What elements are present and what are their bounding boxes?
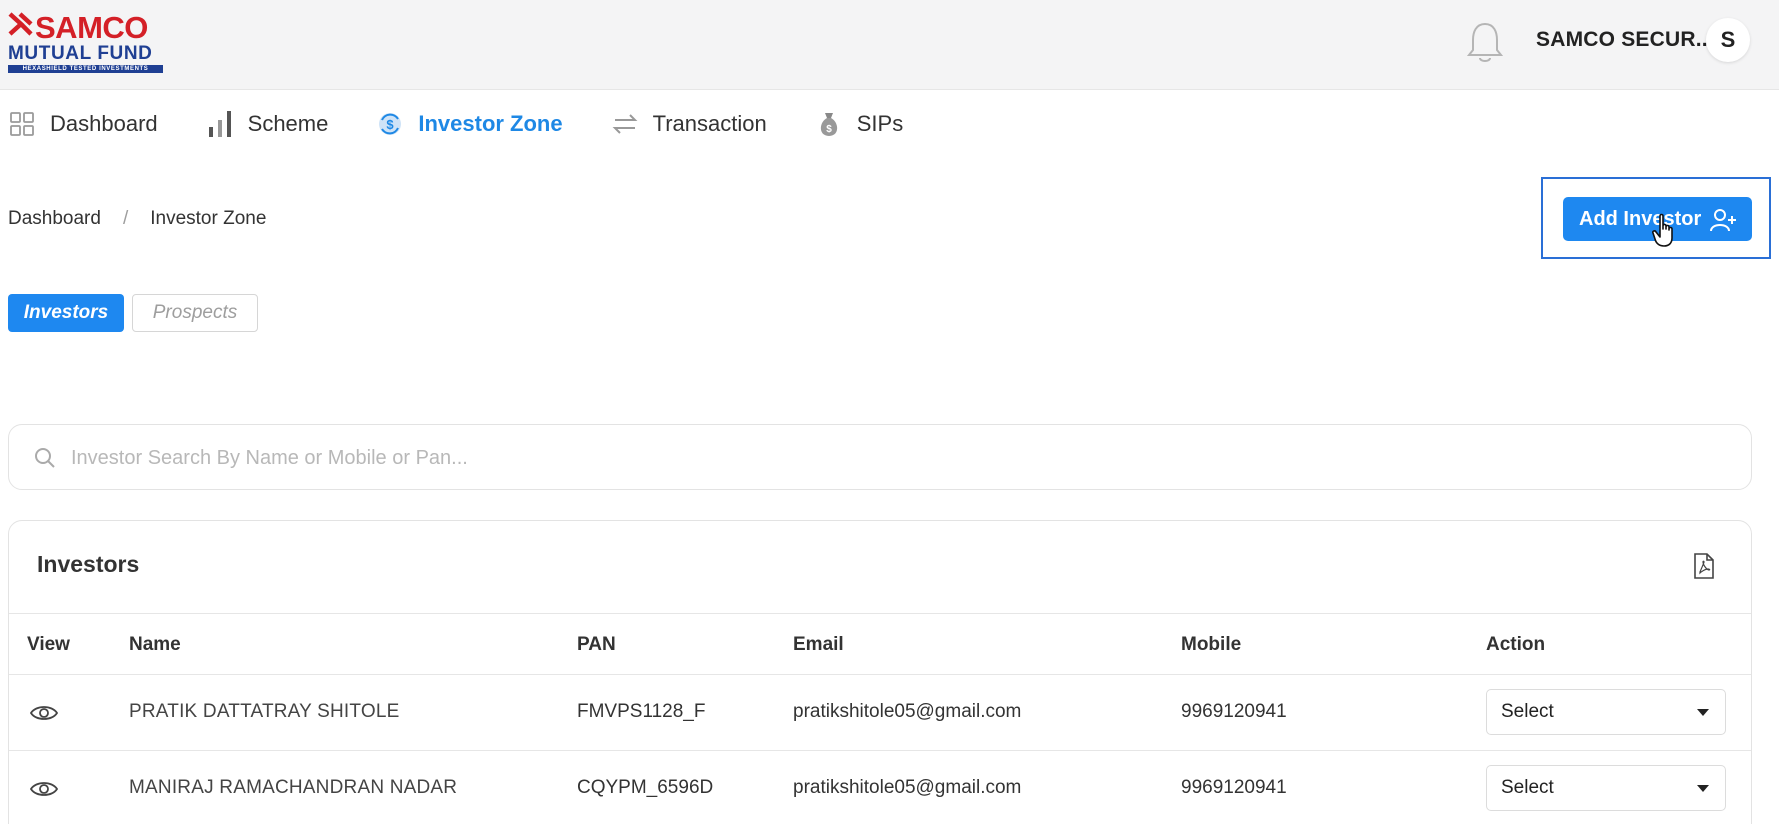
action-select[interactable]: Select bbox=[1486, 765, 1726, 811]
nav-label: SIPs bbox=[856, 111, 904, 136]
action-select-value: Select bbox=[1501, 777, 1554, 798]
samco-logo[interactable]: SAMCO MUTUAL FUND HEXASHIELD TESTED INVE… bbox=[8, 10, 164, 73]
column-header-action: Action bbox=[1486, 634, 1546, 655]
column-header-pan: PAN bbox=[577, 634, 616, 655]
top-header: SAMCO MUTUAL FUND HEXASHIELD TESTED INVE… bbox=[0, 0, 1779, 90]
nav-item-investor-zone[interactable]: $ Investor Zone bbox=[376, 109, 563, 139]
grid-icon bbox=[8, 109, 36, 139]
nav-label: Scheme bbox=[247, 111, 329, 136]
caret-down-icon bbox=[1697, 709, 1709, 716]
brand-name: SAMCO bbox=[35, 10, 148, 45]
view-eye-icon[interactable] bbox=[29, 701, 59, 725]
bell-icon[interactable] bbox=[1465, 20, 1505, 66]
svg-text:$: $ bbox=[387, 117, 395, 132]
cell-email: pratikshitole05@gmail.com bbox=[793, 701, 1022, 722]
cell-mobile: 9969120941 bbox=[1181, 777, 1287, 798]
money-bag-icon: $ bbox=[815, 109, 843, 139]
breadcrumb-dashboard[interactable]: Dashboard bbox=[8, 208, 101, 230]
brand-line2: MUTUAL FUND bbox=[8, 43, 153, 64]
add-investor-label: Add Investor bbox=[1579, 207, 1702, 230]
column-header-name: Name bbox=[129, 634, 181, 655]
nav-item-scheme[interactable]: Scheme bbox=[206, 109, 329, 139]
tab-prospects[interactable]: Prospects bbox=[132, 294, 258, 332]
breadcrumb-investor-zone: Investor Zone bbox=[150, 208, 267, 229]
cell-email: pratikshitole05@gmail.com bbox=[793, 777, 1022, 798]
bar-chart-icon bbox=[206, 109, 234, 139]
action-select-value: Select bbox=[1501, 701, 1554, 722]
breadcrumb-separator: / bbox=[122, 208, 129, 229]
investor-zone-icon: $ bbox=[376, 109, 404, 139]
samco-mark-icon bbox=[8, 10, 34, 45]
search-icon bbox=[33, 446, 57, 470]
nav-item-transaction[interactable]: Transaction bbox=[611, 109, 767, 139]
table-row: PRATIK DATTATRAY SHITOLE FMVPS1128_F pra… bbox=[9, 675, 1751, 751]
transfer-arrows-icon bbox=[611, 109, 639, 139]
caret-down-icon bbox=[1697, 785, 1709, 792]
add-user-icon bbox=[1710, 207, 1738, 233]
nav-item-sips[interactable]: $ SIPs bbox=[815, 109, 903, 139]
table-row: MANIRAJ RAMACHANDRAN NADAR CQYPM_6596D p… bbox=[9, 751, 1751, 824]
table-header: View Name PAN Email Mobile Action bbox=[9, 613, 1751, 675]
svg-text:$: $ bbox=[826, 124, 832, 135]
nav-label: Transaction bbox=[652, 111, 767, 136]
investor-tabs: Investors Prospects bbox=[8, 294, 258, 332]
breadcrumb: Dashboard / Investor Zone bbox=[8, 208, 266, 230]
action-select[interactable]: Select bbox=[1486, 689, 1726, 735]
column-header-email: Email bbox=[793, 634, 844, 655]
cell-pan: CQYPM_6596D bbox=[577, 777, 714, 798]
nav-item-dashboard[interactable]: Dashboard bbox=[8, 109, 158, 139]
pdf-file-icon[interactable] bbox=[1693, 553, 1715, 579]
user-name[interactable]: SAMCO SECUR... bbox=[1536, 28, 1714, 52]
investors-table-card: Investors View Name PAN Email Mobile Act… bbox=[8, 520, 1752, 824]
tab-investors[interactable]: Investors bbox=[8, 294, 124, 332]
table-title: Investors bbox=[37, 551, 140, 577]
column-header-view: View bbox=[27, 634, 70, 655]
cell-pan: FMVPS1128_F bbox=[577, 701, 706, 722]
main-nav: Dashboard Scheme $ Investor Zone Transac… bbox=[8, 108, 951, 140]
search-input[interactable] bbox=[71, 439, 1711, 477]
nav-label: Dashboard bbox=[50, 111, 158, 136]
view-eye-icon[interactable] bbox=[29, 777, 59, 801]
cell-name: PRATIK DATTATRAY SHITOLE bbox=[129, 701, 400, 722]
cell-mobile: 9969120941 bbox=[1181, 701, 1287, 722]
column-header-mobile: Mobile bbox=[1181, 634, 1242, 655]
brand-tagline: HEXASHIELD TESTED INVESTMENTS bbox=[8, 65, 163, 73]
cell-name: MANIRAJ RAMACHANDRAN NADAR bbox=[129, 777, 458, 798]
hand-cursor-icon bbox=[1652, 213, 1678, 249]
search-box bbox=[8, 424, 1752, 490]
nav-label: Investor Zone bbox=[418, 111, 563, 136]
avatar[interactable]: S bbox=[1706, 18, 1750, 62]
